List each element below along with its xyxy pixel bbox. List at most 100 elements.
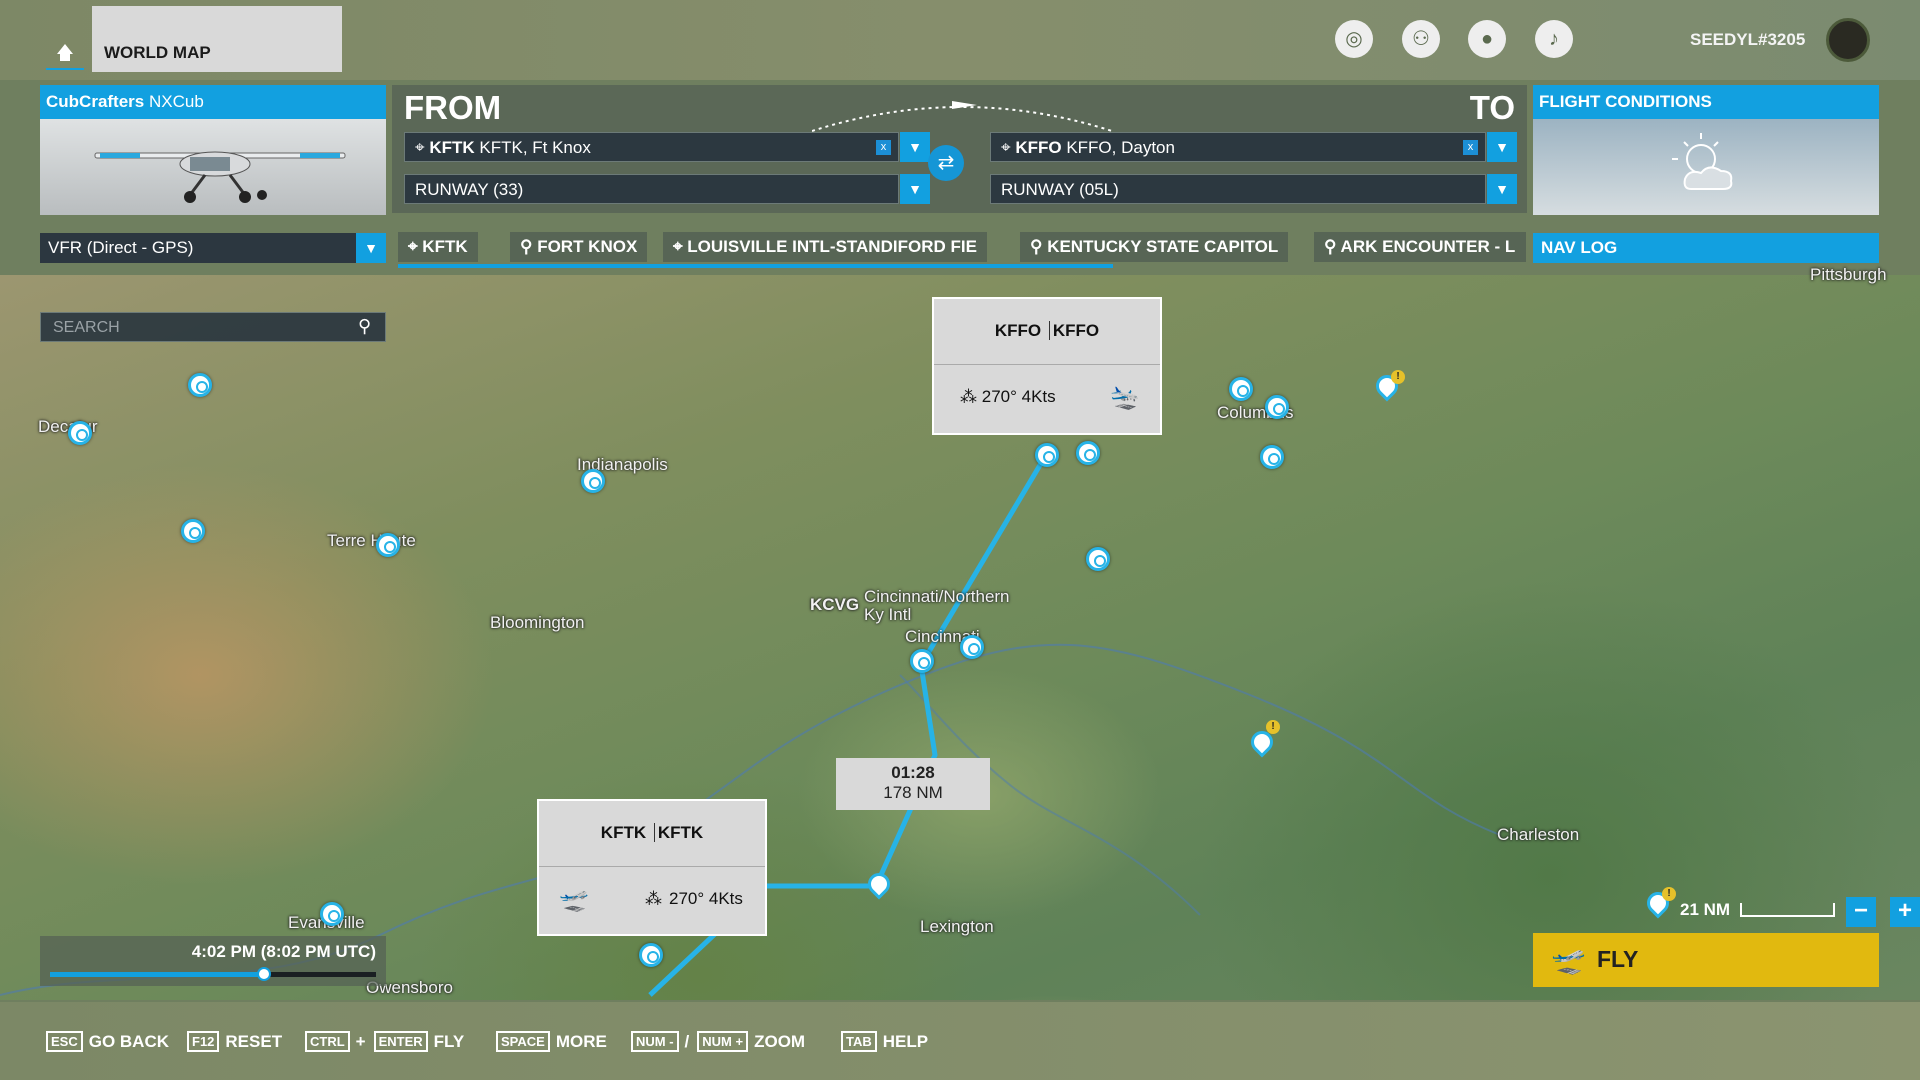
hint-zoom[interactable]: NUM - / NUM + ZOOM (631, 1031, 805, 1052)
airport-pin[interactable] (960, 635, 984, 659)
key-badge: ESC (46, 1031, 83, 1052)
departure-airport-field[interactable]: ⌖ KFTK KFTK, Ft Knox (404, 132, 899, 162)
airport-pin[interactable] (68, 421, 92, 445)
wind-icon: ⁂ (960, 387, 977, 406)
arrival-airport-field[interactable]: ⌖ KFFO KFFO, Dayton (990, 132, 1486, 162)
chevron-down-icon[interactable]: ▼ (356, 233, 386, 263)
destination-pin[interactable] (1035, 443, 1059, 467)
waypoint-item[interactable]: ⌖ LOUISVILLE INTL-STANDIFORD FIE (663, 232, 987, 262)
waypoint-item[interactable]: ⚲ FORT KNOX (510, 232, 648, 262)
zoom-in-button[interactable]: + (1890, 897, 1920, 927)
hint-reset[interactable]: F12 RESET (187, 1031, 282, 1052)
clear-departure-button[interactable]: x (876, 140, 891, 155)
airport-icon: ⌖ (408, 237, 423, 256)
airport-pin[interactable] (581, 469, 605, 493)
flight-distance: 178 NM (883, 783, 943, 802)
airport-pin[interactable] (1260, 445, 1284, 469)
aircraft-brand: CubCrafters (46, 92, 145, 111)
airport-pin[interactable] (910, 649, 934, 673)
callout-wind-row: ⁂ 270° 4Kts 🛬 (934, 365, 1160, 431)
hint-go-back[interactable]: ESC GO BACK (46, 1031, 169, 1052)
airport-pin[interactable] (1265, 395, 1289, 419)
key-separator: + (355, 1032, 366, 1051)
airport-pin[interactable] (181, 519, 205, 543)
chevron-down-icon[interactable]: ▼ (1487, 132, 1517, 162)
chevron-down-icon[interactable]: ▼ (900, 132, 930, 162)
arrival-code: KFFO (1015, 138, 1062, 157)
airplane-icon (94, 151, 346, 203)
hint-label: MORE (555, 1032, 607, 1051)
warning-icon: ! (1391, 370, 1405, 384)
username[interactable]: SEEDYL#3205 (1690, 30, 1805, 50)
waypoint-label: KENTUCKY STATE CAPITOL (1047, 237, 1279, 256)
airport-pin[interactable] (1229, 377, 1253, 401)
hint-label: RESET (225, 1032, 283, 1051)
waypoint-item[interactable]: ⚲ ARK ENCOUNTER - L (1314, 232, 1526, 262)
tab-world-map[interactable]: WORLD MAP (92, 6, 342, 72)
time-slider[interactable] (50, 967, 376, 981)
key-separator: / (684, 1032, 690, 1051)
flight-conditions-panel[interactable]: FLIGHT CONDITIONS (1533, 85, 1879, 215)
time-slider-handle[interactable] (257, 967, 272, 981)
activity-icon[interactable]: ◎ (1335, 20, 1373, 58)
hint-more[interactable]: SPACE MORE (496, 1031, 607, 1052)
hint-help[interactable]: TAB HELP (841, 1031, 928, 1052)
hint-label: FLY (433, 1032, 465, 1051)
conditions-image (1533, 119, 1879, 215)
waypoint-item[interactable]: ⌖ KFTK (398, 232, 478, 262)
waypoint-strip: ⌖ KFTK ⚲ FORT KNOX ⌖ LOUISVILLE INTL-STA… (398, 228, 1528, 268)
city-label: Charleston (1497, 825, 1580, 844)
time-slider-fill (50, 972, 266, 977)
airport-pin[interactable] (188, 373, 212, 397)
chevron-down-icon[interactable]: ▼ (1487, 174, 1517, 204)
profile-icon[interactable]: ● (1468, 20, 1506, 58)
hint-label: ZOOM (754, 1032, 806, 1051)
callout-name: KFFO (1052, 321, 1100, 340)
route-summary: 01:28 178 NM (836, 758, 990, 810)
search-input[interactable]: SEARCH (40, 312, 386, 342)
key-badge: SPACE (496, 1031, 550, 1052)
swap-icon[interactable]: ⇄ (928, 145, 964, 181)
key-badge: CTRL (305, 1031, 350, 1052)
waypoint-item[interactable]: ⚲ KENTUCKY STATE CAPITOL (1020, 232, 1289, 262)
waypoint-scrollbar[interactable] (398, 264, 1113, 268)
airport-pin[interactable] (1076, 441, 1100, 465)
destination-callout[interactable]: KFFO KFFO ⁂ 270° 4Kts 🛬 (932, 297, 1162, 435)
home-button[interactable] (40, 30, 90, 74)
flight-type-value: VFR (Direct - GPS) (48, 238, 194, 257)
city-label: Lexington (920, 917, 994, 936)
wind-value: 270° 4Kts (669, 889, 743, 908)
chevron-down-icon[interactable]: ▼ (900, 174, 930, 204)
waypoint-label: KFTK (422, 237, 468, 256)
fly-button[interactable]: 🛫 FLY (1533, 933, 1879, 987)
hint-fly[interactable]: CTRL + ENTER FLY (305, 1031, 464, 1052)
airport-pin[interactable] (320, 902, 344, 926)
partly-cloudy-icon (1672, 133, 1733, 190)
airport-icon: ⌖ (673, 237, 688, 256)
home-icon (46, 44, 84, 70)
wind-value: 270° 4Kts (981, 387, 1056, 406)
airport-pin[interactable] (376, 533, 400, 557)
waypoint-label: FORT KNOX (537, 237, 638, 256)
aircraft-selection[interactable]: CubCrafters NXCub (40, 85, 386, 215)
map-pin-icon: ⚲ (1030, 237, 1048, 256)
departure-runway-select[interactable]: RUNWAY (33) (404, 174, 899, 204)
nav-log-button[interactable]: NAV LOG (1533, 233, 1879, 263)
arrival-runway-select[interactable]: RUNWAY (05L) (990, 174, 1486, 204)
airport-pin[interactable] (1086, 547, 1110, 571)
landing-icon: 🛬 (1110, 384, 1140, 411)
clear-arrival-button[interactable]: x (1463, 140, 1478, 155)
flight-type-select[interactable]: VFR (Direct - GPS) (40, 233, 386, 263)
avatar[interactable] (1826, 18, 1870, 62)
aircraft-model: NXCub (148, 92, 204, 111)
takeoff-icon: 🛫 (559, 886, 589, 913)
search-icon[interactable]: ⚲ (358, 316, 371, 337)
notifications-icon[interactable]: ♪ (1535, 20, 1573, 58)
zoom-out-button[interactable]: − (1846, 897, 1876, 927)
airport-label: KCVG (810, 595, 860, 614)
key-badge: ENTER (373, 1031, 428, 1052)
departure-pin[interactable] (639, 943, 663, 967)
departure-callout[interactable]: KFTK KFTK 🛫 ⁂ 270° 4Kts (537, 799, 767, 936)
friends-icon[interactable]: ⚇ (1402, 20, 1440, 58)
top-bar: WORLD MAP ◎ ⚇ ● ♪ SEEDYL#3205 (0, 0, 1920, 80)
